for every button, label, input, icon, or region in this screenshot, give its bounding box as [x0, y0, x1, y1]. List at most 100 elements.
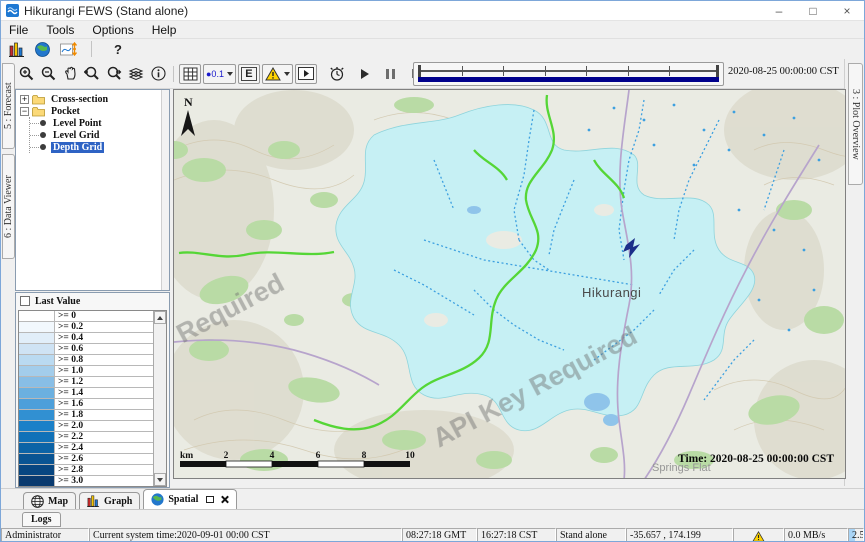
map-view[interactable]: API Key Required API Key Required Hikura…	[173, 89, 846, 479]
status-mode: Stand alone	[556, 528, 626, 542]
time-span-bar	[418, 77, 719, 82]
folder-icon	[32, 106, 45, 117]
tab-map[interactable]: Map	[23, 492, 76, 509]
zoom-next-icon[interactable]	[103, 63, 125, 85]
legend-label: >= 2.0	[55, 421, 166, 431]
time-slider-track	[420, 70, 717, 72]
legend-scrollbar[interactable]	[153, 311, 166, 486]
legend-row[interactable]: >= 0.4	[19, 333, 166, 344]
status-system-time: Current system time:2020-09-01 00:00 CST	[89, 528, 402, 542]
tab-data-viewer[interactable]: 6 : Data Viewer	[2, 154, 15, 259]
legend-row[interactable]: >= 1.0	[19, 366, 166, 377]
legend-row[interactable]: >= 0.6	[19, 344, 166, 355]
maximize-button[interactable]: □	[796, 1, 830, 20]
warning-dropdown[interactable]	[262, 64, 293, 84]
status-warning[interactable]	[733, 528, 784, 542]
tree-item-level-grid[interactable]: Level Grid	[30, 129, 169, 141]
close-button[interactable]: ×	[830, 1, 864, 20]
menu-help[interactable]: Help	[152, 23, 177, 37]
editor-button[interactable]: E	[238, 64, 260, 84]
zoom-previous-icon[interactable]	[81, 63, 103, 85]
tab-maximize-icon[interactable]	[206, 496, 214, 503]
tree-item-cross-section[interactable]: Cross-section	[20, 93, 169, 105]
contour-threshold-dropdown[interactable]: ●0.1	[203, 64, 236, 84]
memory-label: 2.5 GB	[852, 530, 864, 541]
tab-plot-overview[interactable]: 3 : Plot Overview	[848, 63, 863, 185]
tab-graph-label: Graph	[104, 496, 132, 507]
zoom-out-icon[interactable]	[37, 63, 59, 85]
minimize-button[interactable]: –	[762, 1, 796, 20]
grid-toggle-button[interactable]	[179, 64, 201, 84]
info-icon[interactable]	[147, 63, 169, 85]
legend-row[interactable]: >= 0.2	[19, 322, 166, 333]
tree-item-label: Level Point	[51, 118, 104, 129]
legend-panel: Last Value >= 0>= 0.2>= 0.4>= 0.6>= 0.8>…	[15, 292, 170, 488]
legend-label: >= 2.2	[55, 432, 166, 442]
legend-swatch	[19, 443, 55, 453]
play-button[interactable]	[354, 63, 376, 85]
legend-row[interactable]: >= 2.4	[19, 443, 166, 454]
legend-row[interactable]: >= 0.8	[19, 355, 166, 366]
last-value-label: Last Value	[35, 296, 80, 307]
legend-label: >= 1.8	[55, 410, 166, 420]
legend-swatch	[19, 333, 55, 343]
last-value-checkbox[interactable]	[20, 296, 30, 306]
legend-row[interactable]: >= 1.4	[19, 388, 166, 399]
layers-icon[interactable]	[125, 63, 147, 85]
menu-file[interactable]: File	[9, 23, 28, 37]
slider-end-handle[interactable]	[716, 65, 719, 77]
legend-label: >= 2.8	[55, 465, 166, 475]
time-slider[interactable]	[413, 62, 724, 86]
tree-scrollbar[interactable]	[161, 90, 169, 290]
zoom-in-icon[interactable]	[15, 63, 37, 85]
bar-chart-icon	[87, 495, 100, 507]
tree-item-label-selected: Depth Grid	[51, 142, 104, 153]
legend-row[interactable]: >= 2.2	[19, 432, 166, 443]
right-tab-strip: 3 : Plot Overview	[844, 59, 864, 486]
slider-start-handle[interactable]	[418, 65, 421, 77]
animation-button[interactable]	[295, 64, 317, 84]
legend-swatch	[19, 322, 55, 332]
legend-list: >= 0>= 0.2>= 0.4>= 0.6>= 0.8>= 1.0>= 1.2…	[18, 310, 167, 487]
tree-item-label: Pocket	[49, 106, 82, 117]
legend-row[interactable]: >= 1.8	[19, 410, 166, 421]
timer-icon[interactable]	[326, 63, 348, 85]
expand-icon[interactable]	[20, 95, 29, 104]
tree-item-pocket[interactable]: Pocket	[20, 105, 169, 117]
svg-text:N: N	[184, 95, 193, 109]
database-chart-icon[interactable]	[9, 42, 25, 57]
scroll-down-icon[interactable]	[154, 473, 166, 486]
warning-icon	[265, 67, 281, 81]
tab-forecast[interactable]: 5 : Forecast	[2, 63, 15, 149]
collapse-icon[interactable]	[20, 107, 29, 116]
legend-row[interactable]: >= 2.0	[19, 421, 166, 432]
legend-row[interactable]: >= 2.6	[19, 454, 166, 465]
legend-label: >= 0.2	[55, 322, 166, 332]
scroll-up-icon[interactable]	[154, 311, 166, 324]
menu-tools[interactable]: Tools	[46, 23, 74, 37]
tab-graph[interactable]: Graph	[79, 492, 140, 509]
legend-row[interactable]: >= 0	[19, 311, 166, 322]
legend-row[interactable]: >= 3.0	[19, 476, 166, 487]
pause-button[interactable]	[380, 63, 402, 85]
tree-item-depth-grid[interactable]: Depth Grid	[30, 141, 169, 153]
logs-tab[interactable]: Logs	[22, 512, 61, 527]
globe-icon[interactable]	[35, 42, 50, 57]
tab-spatial[interactable]: Spatial	[143, 489, 237, 509]
legend-row[interactable]: >= 1.2	[19, 377, 166, 388]
svg-text:4: 4	[270, 451, 275, 461]
legend-row[interactable]: >= 2.8	[19, 465, 166, 476]
help-icon[interactable]: ?	[114, 42, 122, 57]
legend-label: >= 0	[55, 311, 166, 321]
status-memory: 2.5 GB	[848, 528, 864, 542]
legend-swatch	[19, 355, 55, 365]
town-label: Hikurangi	[582, 285, 641, 300]
tree-item-label: Level Grid	[51, 130, 101, 141]
status-user: Administrator	[1, 528, 89, 542]
menu-options[interactable]: Options	[92, 23, 133, 37]
tab-close-icon[interactable]	[220, 495, 229, 504]
tree-item-level-point[interactable]: Level Point	[30, 117, 169, 129]
legend-row[interactable]: >= 1.6	[19, 399, 166, 410]
pan-hand-icon[interactable]	[59, 63, 81, 85]
timeseries-edit-icon[interactable]	[60, 42, 77, 57]
